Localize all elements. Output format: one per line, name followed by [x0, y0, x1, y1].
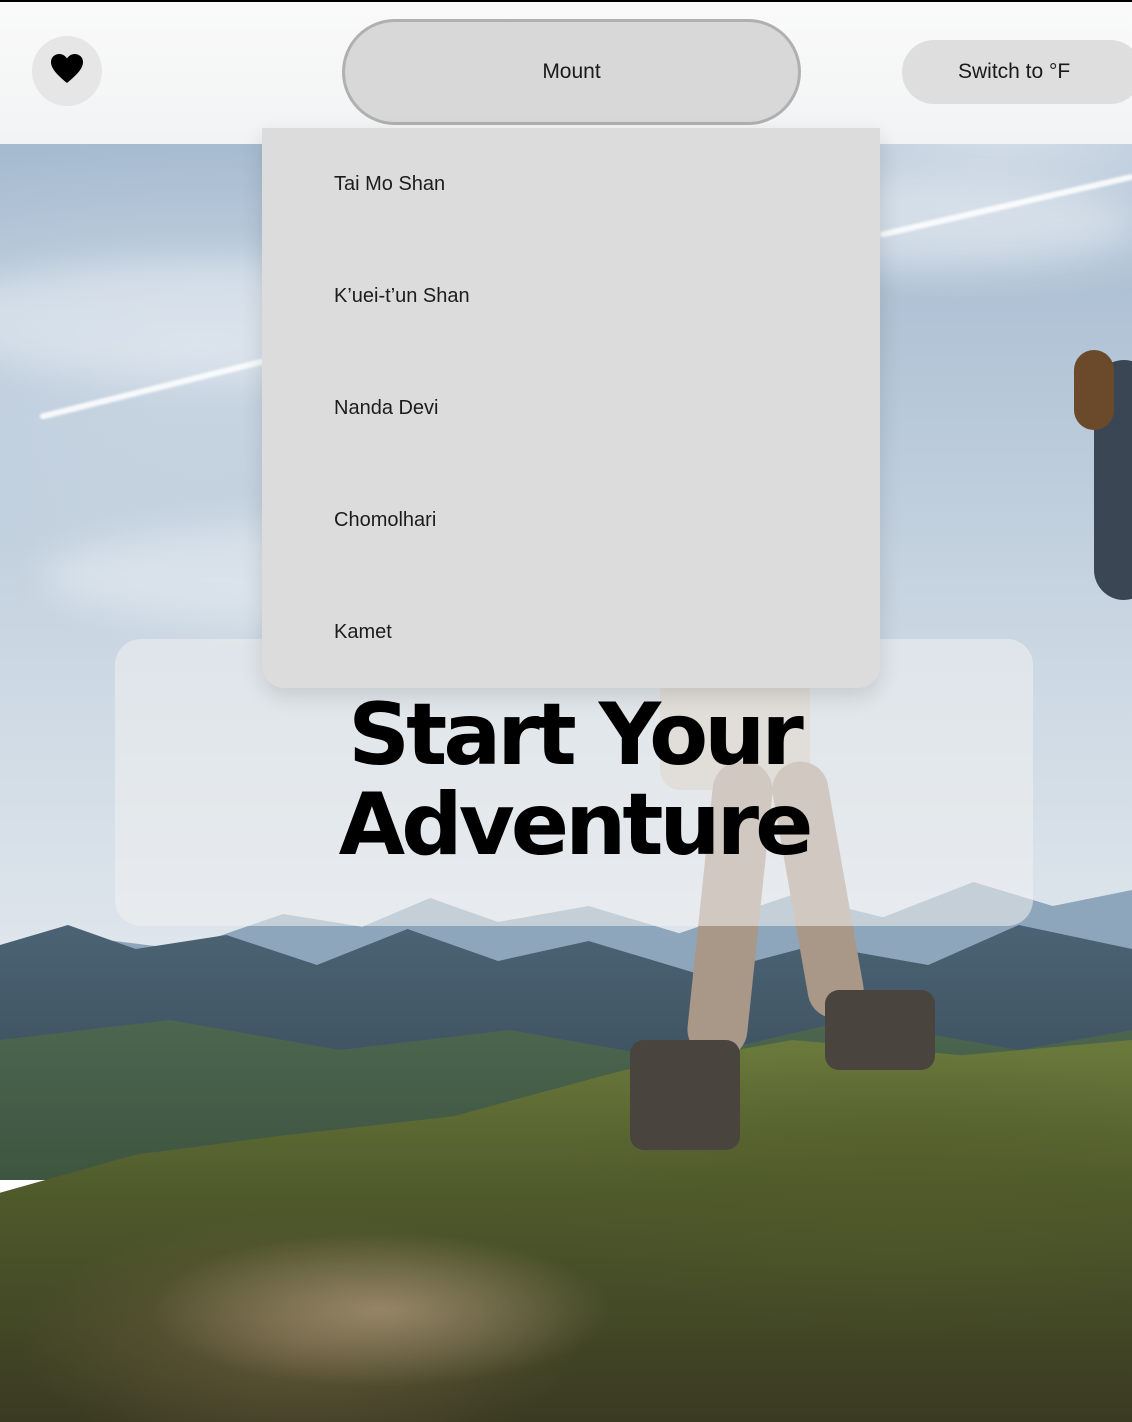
- dropdown-option-label: Nanda Devi: [334, 396, 439, 419]
- trail: [40, 1180, 740, 1422]
- dropdown-option[interactable]: Nanda Devi: [262, 352, 880, 464]
- dropdown-option[interactable]: Chomolhari: [262, 464, 880, 576]
- unit-toggle-label: Switch to °F: [958, 60, 1071, 83]
- dropdown-option-label: K’uei-t’un Shan: [334, 284, 470, 307]
- favorites-button[interactable]: [32, 36, 102, 106]
- dropdown-option-label: Chomolhari: [334, 508, 437, 531]
- dropdown-option[interactable]: Tai Mo Shan: [262, 128, 880, 240]
- dropdown-option[interactable]: K’uei-t’un Shan: [262, 240, 880, 352]
- location-dropdown-menu: Tai Mo Shan K’uei-t’un Shan Nanda Devi C…: [262, 128, 880, 688]
- hiker-boot: [825, 990, 935, 1070]
- dropdown-option-label: Kamet: [334, 620, 392, 643]
- hiker-boot: [630, 1040, 740, 1150]
- hero-title: Start Your Adventure: [115, 690, 1033, 870]
- dropdown-option[interactable]: Kamet: [262, 576, 880, 688]
- dropdown-option-label: Tai Mo Shan: [334, 172, 446, 195]
- hero-title-line-1: Start Your: [348, 685, 804, 785]
- unit-toggle-button[interactable]: Switch to °F: [902, 40, 1132, 104]
- heart-icon: [50, 53, 84, 90]
- hero-title-line-2: Adventure: [338, 775, 814, 875]
- location-select-value: Mount: [542, 60, 601, 83]
- page: Mount Switch to °F Start Your Adventure …: [0, 0, 1132, 1422]
- location-select[interactable]: Mount: [342, 19, 801, 125]
- hiker-hair: [1074, 350, 1114, 430]
